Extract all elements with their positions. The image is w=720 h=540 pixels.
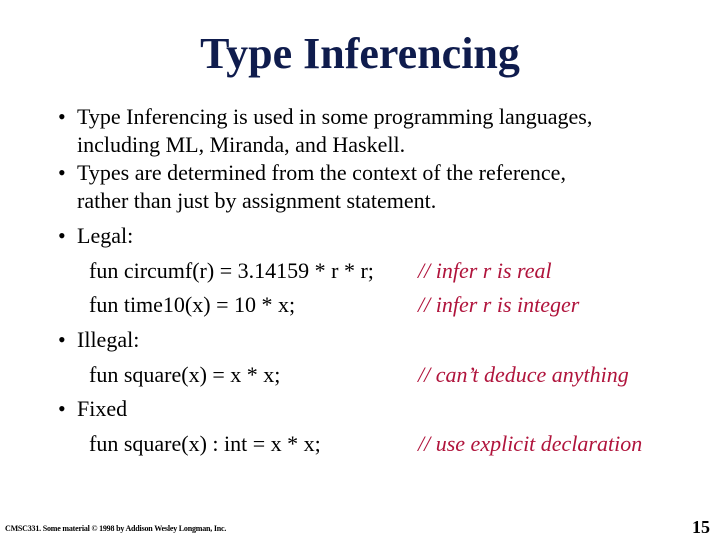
bullet-icon: • xyxy=(58,104,66,129)
bullet-icon: • xyxy=(58,160,66,185)
bullet-text-illegal: Illegal: xyxy=(77,327,140,352)
code-line: fun square(x) : int = x * x; xyxy=(89,431,321,456)
bullet-text: Type Inferencing is used in some program… xyxy=(77,104,593,129)
code-line: fun square(x) = x * x; xyxy=(89,362,281,387)
bullet-text: Types are determined from the context of… xyxy=(77,160,566,185)
code-comment: // can’t deduce anything xyxy=(418,362,629,387)
bullet-icon: • xyxy=(58,327,66,352)
code-comment: // infer r is integer xyxy=(418,292,580,317)
code-comment: // use explicit declaration xyxy=(418,431,643,456)
bullet-text: rather than just by assignment statement… xyxy=(77,188,437,213)
code-line: fun time10(x) = 10 * x; xyxy=(89,292,296,317)
code-line: fun circumf(r) = 3.14159 * r * r; xyxy=(89,258,374,283)
bullet-icon: • xyxy=(58,396,66,421)
bullet-icon: • xyxy=(58,223,66,248)
bullet-text: including ML, Miranda, and Haskell. xyxy=(77,132,406,157)
bullet-text-legal: Legal: xyxy=(77,223,134,248)
bullet-text-fixed: Fixed xyxy=(77,396,128,421)
page-number: 15 xyxy=(692,517,710,537)
code-comment: // infer r is real xyxy=(418,258,552,283)
slide-title: Type Inferencing xyxy=(200,29,520,78)
footer-copyright: CMSC331. Some material © 1998 by Addison… xyxy=(5,524,227,533)
